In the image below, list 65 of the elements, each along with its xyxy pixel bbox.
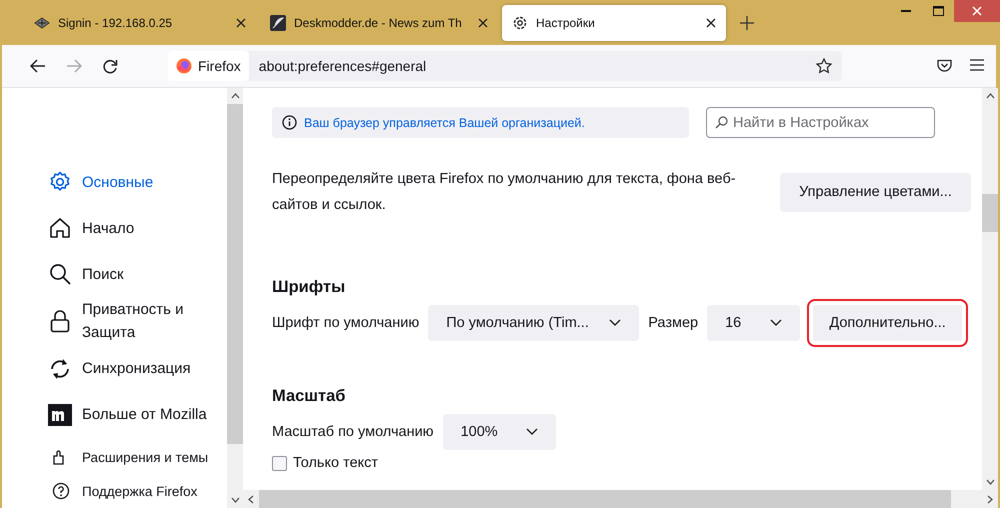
sidebar-item[interactable]: Синхронизация xyxy=(48,348,220,389)
close-tab-icon[interactable] xyxy=(236,18,246,28)
lock-icon xyxy=(50,309,70,334)
notice-link[interactable]: Ваш браузер управляется Вашей организацией. xyxy=(304,116,585,130)
scroll-up-icon[interactable] xyxy=(986,93,994,99)
home-icon xyxy=(49,217,71,239)
dropdown[interactable]: По умолчанию (Tim... xyxy=(428,305,640,341)
menu-icon[interactable] xyxy=(970,59,984,71)
dropdown[interactable]: 100% xyxy=(442,414,556,450)
field-label: Шрифт по умолчанию xyxy=(272,315,420,331)
close-tab-icon[interactable] xyxy=(706,18,716,28)
browser-logo-icon xyxy=(176,58,192,74)
sync-icon xyxy=(49,358,71,380)
manage-colors-button[interactable]: Управление цветами... xyxy=(780,172,971,212)
settings-icon xyxy=(512,14,528,30)
sidebar-item[interactable]: Приватность и Защита xyxy=(48,300,220,343)
scrollbar-thumb[interactable] xyxy=(227,104,243,444)
new-tab-icon[interactable] xyxy=(740,16,754,30)
mozilla-logo-icon xyxy=(48,404,72,426)
close-tab-icon[interactable] xyxy=(478,18,488,28)
identity-label: Firefox xyxy=(198,58,241,74)
checkbox-label: Только текст xyxy=(293,455,378,471)
scrollbar-thumb[interactable] xyxy=(982,194,998,232)
scrollbar-thumb[interactable] xyxy=(259,490,951,508)
star-icon[interactable] xyxy=(816,58,832,74)
reload-icon[interactable] xyxy=(102,58,118,74)
browser-tab[interactable]: Signin - 192.168.0.25 xyxy=(24,4,256,40)
search-icon xyxy=(49,263,71,285)
dropdown[interactable]: 16 xyxy=(707,305,800,341)
browser-tab[interactable]: Настройки xyxy=(502,4,726,40)
sidebar-item[interactable]: Поиск xyxy=(48,254,220,294)
checkbox[interactable] xyxy=(272,456,287,470)
back-icon[interactable] xyxy=(30,59,46,73)
feather-icon xyxy=(270,14,286,30)
browser-tab[interactable]: Deskmodder.de - News zum Th xyxy=(260,4,498,40)
info-icon xyxy=(282,115,297,130)
field-label: Размер xyxy=(648,315,698,331)
url-text: about:preferences#general xyxy=(258,58,428,74)
knot-icon xyxy=(34,16,50,28)
sidebar-link[interactable]: Расширения и темы xyxy=(82,450,208,466)
close-icon[interactable] xyxy=(972,6,982,16)
help-icon xyxy=(52,482,70,500)
sidebar-item[interactable]: Основные xyxy=(48,162,220,202)
section-heading: Шрифты xyxy=(272,278,346,297)
chevron-down-icon xyxy=(770,319,782,327)
maximize-icon[interactable] xyxy=(932,6,944,16)
advanced-button[interactable]: Дополнительно... xyxy=(807,299,968,347)
sidebar-link[interactable]: Поддержка Firefox xyxy=(82,484,198,499)
scroll-down-icon[interactable] xyxy=(230,497,240,503)
scroll-right-icon[interactable] xyxy=(987,494,993,504)
chevron-down-icon xyxy=(609,319,622,327)
sidebar-item[interactable]: Больше от Mozilla xyxy=(48,394,220,435)
address-bar[interactable]: Firefox about:preferences#general xyxy=(168,51,842,81)
scroll-down-icon[interactable] xyxy=(986,479,994,485)
settings-icon xyxy=(49,171,71,193)
field-label: Масштаб по умолчанию xyxy=(272,424,434,440)
scroll-up-icon[interactable] xyxy=(230,93,240,99)
chevron-down-icon xyxy=(526,428,538,436)
pocket-icon[interactable] xyxy=(937,59,952,73)
sidebar-item[interactable]: Начало xyxy=(48,208,220,248)
minimize-icon[interactable] xyxy=(901,10,911,12)
colors-description: Переопределяйте цвета Firefox по умолчанию для текста, фона веб-сайтов и ссылок. xyxy=(272,170,737,215)
section-heading: Масштаб xyxy=(272,387,347,406)
search-field[interactable]: Найти в Настройках xyxy=(706,107,935,138)
scroll-left-icon[interactable] xyxy=(248,494,254,504)
